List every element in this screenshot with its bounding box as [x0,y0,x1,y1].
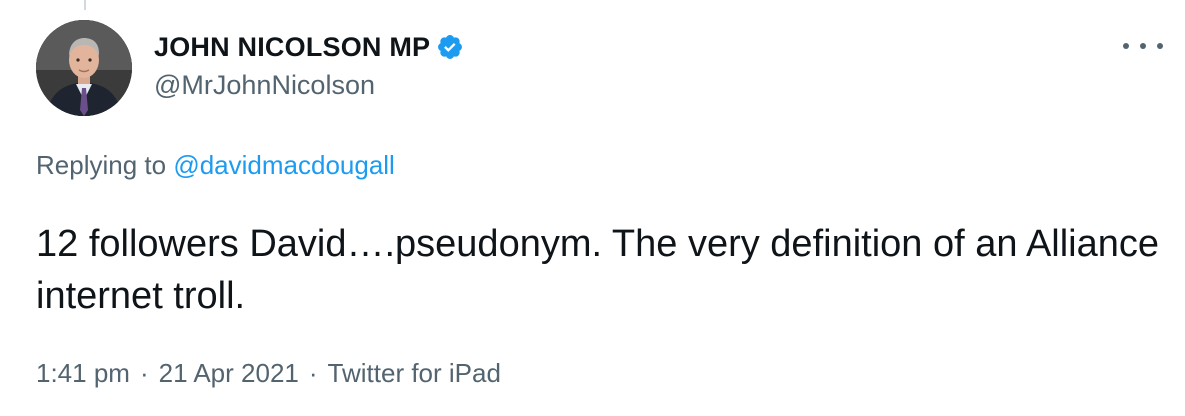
more-options-icon[interactable] [1123,36,1163,56]
tweet-source[interactable]: Twitter for iPad [328,358,501,389]
meta-separator: · [308,358,318,388]
profile-photo [36,20,132,116]
dot [1140,43,1146,49]
verified-badge-icon [436,33,464,61]
avatar[interactable] [36,20,132,116]
thread-connector-line [84,0,86,10]
tweet-date[interactable]: 21 Apr 2021 [159,358,299,389]
dot [1157,43,1163,49]
author-display-name[interactable]: JOHN NICOLSON MP [154,32,430,63]
replying-to-line: Replying to @davidmacdougall [36,150,395,181]
tweet-time[interactable]: 1:41 pm [36,358,130,389]
replying-to-label: Replying to [36,150,174,180]
author-name-row[interactable]: JOHN NICOLSON MP [154,30,464,64]
author-handle[interactable]: @MrJohnNicolson [154,70,375,101]
tweet-metadata: 1:41 pm · 21 Apr 2021 · Twitter for iPad [36,358,501,389]
reply-target-link[interactable]: @davidmacdougall [173,150,395,180]
meta-separator: · [139,358,149,388]
dot [1123,43,1129,49]
tweet-text: 12 followers David….pseudonym. The very … [36,223,1160,317]
